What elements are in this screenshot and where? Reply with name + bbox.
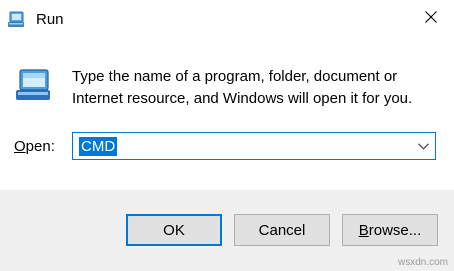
close-button[interactable] — [408, 0, 454, 38]
dropdown-button[interactable] — [411, 133, 435, 159]
open-label-rest: pen: — [25, 138, 55, 155]
window-title: Run — [36, 11, 64, 28]
browse-button-label: Browse... — [359, 222, 422, 239]
dialog-content: Type the name of a program, folder, docu… — [0, 40, 454, 190]
watermark-text: wsxdn.com — [397, 257, 448, 268]
cancel-button[interactable]: Cancel — [234, 214, 330, 246]
browse-mnemonic: B — [358, 221, 369, 239]
open-combobox[interactable]: CMD — [72, 132, 436, 160]
dialog-description: Type the name of a program, folder, docu… — [72, 68, 413, 107]
open-label-mnemonic: O — [14, 138, 26, 155]
run-app-icon — [7, 10, 27, 30]
run-dialog-icon — [14, 66, 54, 106]
close-icon — [425, 10, 437, 28]
dialog-footer: OK Cancel Browse... wsxdn.com — [0, 190, 454, 271]
browse-button[interactable]: Browse... — [342, 214, 438, 246]
ok-button[interactable]: OK — [126, 214, 222, 246]
open-input[interactable]: CMD — [79, 137, 118, 156]
chevron-down-icon — [417, 137, 429, 155]
ok-button-label: OK — [163, 221, 185, 239]
run-dialog-window: Run Type the name of a program, folder, … — [0, 0, 454, 271]
browse-label-rest: rowse... — [368, 221, 422, 239]
open-label: Open: — [14, 137, 55, 157]
cancel-button-label: Cancel — [258, 221, 306, 239]
title-bar[interactable]: Run — [0, 0, 454, 40]
